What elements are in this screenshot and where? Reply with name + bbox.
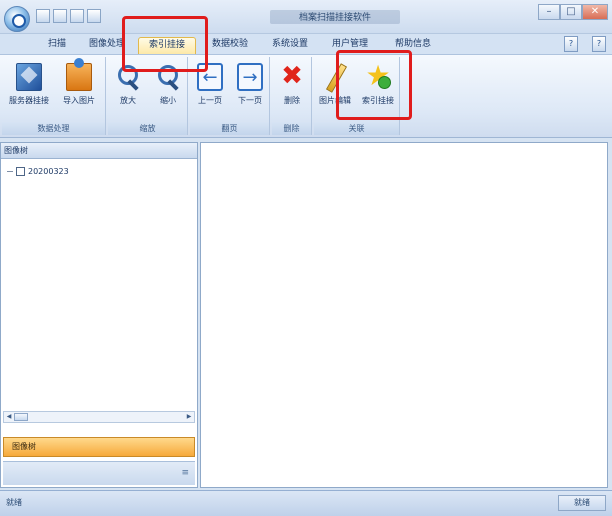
horizontal-scrollbar[interactable]: ◀ ▶ — [3, 411, 195, 423]
image-tree-panel: 图像树 20200323 ◀ ▶ 图像树 ≡ — [0, 142, 198, 488]
tab-data-check[interactable]: 数据校验 — [206, 37, 254, 54]
zoom-out-button[interactable]: 缩小 — [148, 61, 188, 117]
qat-open-icon[interactable] — [53, 9, 67, 23]
ribbon-tabs: 扫描 图像处理 索引挂接 数据校验 系统设置 用户管理 帮助信息 — [0, 34, 612, 54]
tab-scan[interactable]: 扫描 — [40, 37, 74, 54]
index-link-button[interactable]: 索引挂接 — [356, 59, 400, 117]
previous-page-button[interactable]: 上一页 — [190, 61, 230, 117]
next-page-button[interactable]: 下一页 — [230, 61, 270, 117]
zoom-out-icon — [155, 63, 181, 91]
panel-grip: ≡ — [3, 461, 195, 485]
group-label: 翻页 — [190, 122, 269, 135]
help-icon[interactable]: ? — [564, 36, 578, 52]
delete-button[interactable]: 删除 — [272, 61, 312, 117]
image-edit-button[interactable]: 图片编辑 — [314, 61, 356, 117]
window-controls: – □ ✕ — [538, 4, 608, 20]
arrow-left-icon — [197, 63, 223, 91]
qat-print-icon[interactable] — [87, 9, 101, 23]
tree-connector — [7, 171, 13, 172]
image-canvas[interactable] — [200, 142, 608, 488]
star-add-icon — [365, 59, 391, 92]
tab-system-settings[interactable]: 系统设置 — [266, 37, 314, 54]
group-label: 数据处理 — [2, 122, 105, 135]
tab-user-management[interactable]: 用户管理 — [326, 37, 374, 54]
zoom-in-button[interactable]: 放大 — [108, 61, 148, 117]
ribbon: 服务器挂接 导入图片 数据处理 放大 缩小 缩放 上一页 下一页 翻页 — [0, 54, 612, 138]
tab-image-processing[interactable]: 图像处理 — [84, 37, 130, 54]
tab-help-info[interactable]: 帮助信息 — [388, 37, 438, 54]
document-icon — [16, 63, 42, 91]
group-paging: 上一页 下一页 翻页 — [190, 57, 270, 135]
status-bar: 就绪 就绪 — [0, 490, 612, 516]
tab-index-link[interactable]: 索引挂接 — [138, 37, 196, 54]
app-menu-button[interactable] — [4, 6, 30, 32]
server-link-button[interactable]: 服务器挂接 — [4, 61, 54, 117]
about-icon[interactable]: ? — [592, 36, 606, 52]
panel-header: 图像树 — [1, 143, 197, 159]
status-text: 就绪 — [6, 498, 22, 507]
group-zoom: 放大 缩小 缩放 — [108, 57, 188, 135]
status-panel: 就绪 — [558, 495, 606, 511]
import-images-button[interactable]: 导入图片 — [56, 58, 102, 117]
zoom-in-icon — [115, 63, 141, 91]
group-link: 图片编辑 索引挂接 关联 — [314, 57, 400, 135]
arrow-right-icon — [237, 63, 263, 91]
group-label: 删除 — [272, 122, 311, 135]
tree-item[interactable]: 20200323 — [7, 167, 69, 176]
grip-icon[interactable]: ≡ — [181, 468, 189, 478]
scroll-right-icon[interactable]: ▶ — [185, 413, 193, 421]
scroll-left-icon[interactable]: ◀ — [5, 413, 13, 421]
minimize-button[interactable]: – — [538, 4, 560, 20]
import-icon — [66, 58, 92, 91]
title-bar: 档案扫描挂接软件 – □ ✕ — [0, 0, 612, 34]
group-label: 关联 — [314, 122, 399, 135]
pencil-icon — [322, 63, 348, 91]
nav-pane-button[interactable]: 图像树 — [3, 437, 195, 457]
tree-checkbox[interactable] — [16, 167, 25, 176]
qat-new-icon[interactable] — [36, 9, 50, 23]
close-button[interactable]: ✕ — [582, 4, 608, 20]
tree-item-label: 20200323 — [28, 167, 69, 176]
group-label: 缩放 — [108, 122, 187, 135]
quick-access-toolbar — [36, 9, 101, 23]
window-title: 档案扫描挂接软件 — [270, 10, 400, 24]
group-data-processing: 服务器挂接 导入图片 数据处理 — [2, 57, 106, 135]
help-icons: ? ? — [564, 36, 606, 52]
scrollbar-thumb[interactable] — [14, 413, 28, 421]
qat-save-icon[interactable] — [70, 9, 84, 23]
delete-icon — [279, 61, 305, 91]
group-delete: 删除 删除 — [272, 57, 312, 135]
maximize-button[interactable]: □ — [560, 4, 582, 20]
